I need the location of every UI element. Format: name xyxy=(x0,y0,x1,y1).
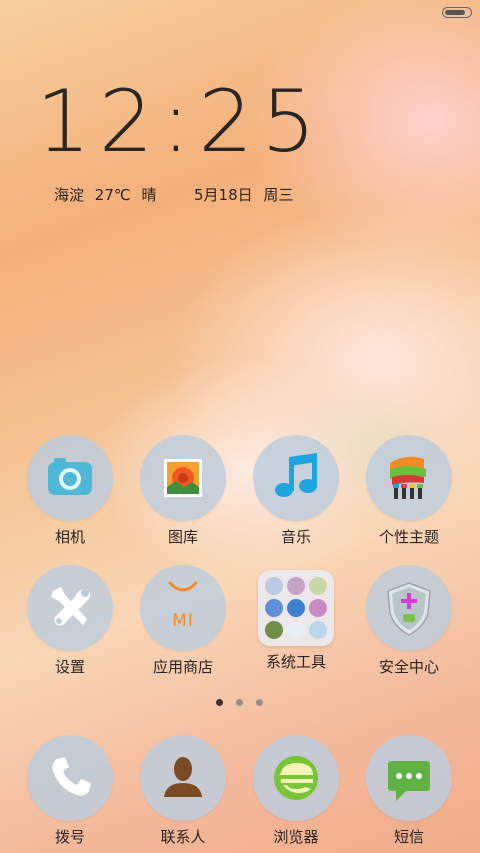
app-label: 个性主题 xyxy=(378,528,439,546)
weather-location: 海淀 xyxy=(54,186,85,204)
app-settings[interactable]: 设置 xyxy=(15,565,125,677)
app-label: 相机 xyxy=(54,528,85,546)
contacts-icon xyxy=(140,735,226,821)
weather-temperature: 27℃ xyxy=(94,186,131,204)
page-dot[interactable] xyxy=(216,699,223,706)
compass-icon xyxy=(287,577,305,595)
gallery-icon xyxy=(140,435,226,521)
app-music[interactable]: 音乐 xyxy=(241,435,351,547)
battery-icon xyxy=(309,621,327,639)
weather-icon xyxy=(265,577,283,595)
settings-icon xyxy=(27,565,113,651)
app-store[interactable]: MI 应用商店 xyxy=(128,565,238,677)
app-label: 联系人 xyxy=(160,828,206,846)
date-text: 5月18日 xyxy=(194,186,253,204)
battery-icon xyxy=(442,7,472,18)
weather-info[interactable]: 海淀 27℃ 晴 xyxy=(54,184,163,205)
app-store-logo-text: MI xyxy=(172,611,194,631)
app-label: 设置 xyxy=(54,658,85,676)
phone-icon xyxy=(27,735,113,821)
app-label: 音乐 xyxy=(280,528,311,546)
camera-icon xyxy=(27,435,113,521)
themes-icon xyxy=(366,435,452,521)
recorder-icon xyxy=(287,599,305,617)
dock-contacts[interactable]: 联系人 xyxy=(128,735,238,847)
app-label: 拨号 xyxy=(54,828,85,846)
app-label: 短信 xyxy=(393,828,424,846)
app-label: 应用商店 xyxy=(152,658,213,676)
dock-phone[interactable]: 拨号 xyxy=(15,735,125,847)
page-dot[interactable] xyxy=(236,699,243,706)
app-system-tools-folder[interactable]: 系统工具 xyxy=(241,565,351,672)
clock-time[interactable]: 12:25 xyxy=(36,72,336,172)
app-label: 安全中心 xyxy=(378,658,439,676)
app-store-icon: MI xyxy=(140,565,226,651)
music-icon xyxy=(253,435,339,521)
page-dot[interactable] xyxy=(256,699,263,706)
security-icon xyxy=(366,565,452,651)
nfc-icon xyxy=(309,599,327,617)
app-camera[interactable]: 相机 xyxy=(15,435,125,547)
video-icon xyxy=(287,621,305,639)
app-security[interactable]: 安全中心 xyxy=(354,565,464,677)
weekday-text: 周三 xyxy=(263,186,294,204)
app-themes[interactable]: 个性主题 xyxy=(354,435,464,547)
app-gallery[interactable]: 图库 xyxy=(128,435,238,547)
browser-icon xyxy=(253,735,339,821)
dock-browser[interactable]: 浏览器 xyxy=(241,735,351,847)
dock-messages[interactable]: 短信 xyxy=(354,735,464,847)
notes-icon xyxy=(309,577,327,595)
app-label: 浏览器 xyxy=(273,828,319,846)
cloud-icon xyxy=(265,599,283,617)
app-label: 系统工具 xyxy=(265,653,326,671)
messages-icon xyxy=(366,735,452,821)
folder-icon xyxy=(258,570,334,646)
date-info[interactable]: 5月18日 周三 xyxy=(194,184,299,205)
app-label: 图库 xyxy=(167,528,198,546)
scanner-icon xyxy=(265,621,283,639)
weather-condition: 晴 xyxy=(141,186,157,204)
